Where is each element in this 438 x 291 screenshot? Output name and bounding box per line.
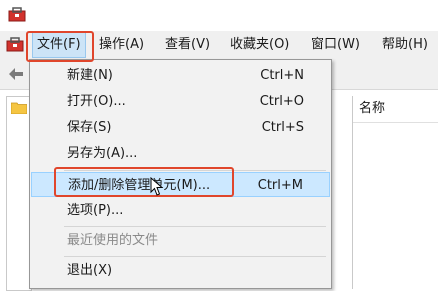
menu-item-label: 新建(N) <box>67 68 113 83</box>
menu-item-options[interactable]: 选项(P)... <box>31 198 330 223</box>
menu-item-exit[interactable]: 退出(X) <box>31 258 330 283</box>
menu-separator <box>64 256 326 257</box>
menu-item-shortcut: Ctrl+O <box>259 94 304 109</box>
menu-item-open[interactable]: 打开(O)... Ctrl+O <box>31 89 330 114</box>
menu-separator <box>64 170 326 171</box>
folder-icon <box>11 102 27 114</box>
menu-item-label: 添加/删除管理单元(M)... <box>68 178 211 193</box>
menu-item-shortcut: Ctrl+M <box>257 178 303 193</box>
menu-item-label: 另存为(A)... <box>67 146 138 161</box>
back-arrow-icon[interactable] <box>8 67 24 81</box>
menu-item-add-remove-snap-in[interactable]: 添加/删除管理单元(M)... Ctrl+M <box>31 172 330 197</box>
menu-item-save-as[interactable]: 另存为(A)... <box>31 141 330 166</box>
menu-item-recent-files: 最近使用的文件 <box>31 228 330 253</box>
menu-favorites[interactable]: 收藏夹(O) <box>230 31 289 59</box>
menu-window[interactable]: 窗口(W) <box>311 31 360 59</box>
toolbox-icon[interactable] <box>8 6 26 22</box>
menu-item-label: 打开(O)... <box>67 94 126 109</box>
title-bar <box>0 0 438 31</box>
toolbox-icon[interactable] <box>6 36 24 52</box>
menu-item-shortcut: Ctrl+N <box>260 68 304 83</box>
column-header-name[interactable]: 名称 <box>359 98 385 120</box>
menu-item-new[interactable]: 新建(N) Ctrl+N <box>31 63 330 88</box>
menu-view[interactable]: 查看(V) <box>165 31 210 59</box>
menu-item-label: 选项(P)... <box>67 203 124 218</box>
menu-item-label: 退出(X) <box>67 263 113 278</box>
menu-separator <box>64 226 326 227</box>
file-menu-dropdown: 新建(N) Ctrl+N 打开(O)... Ctrl+O 保存(S) Ctrl+… <box>29 59 332 289</box>
column-header-divider <box>353 122 438 123</box>
mouse-cursor-icon <box>150 177 164 196</box>
menu-action[interactable]: 操作(A) <box>99 31 144 59</box>
menu-help[interactable]: 帮助(H) <box>382 31 428 59</box>
menu-bar: 文件(F) 操作(A) 查看(V) 收藏夹(O) 窗口(W) 帮助(H) <box>0 31 438 59</box>
menu-item-label: 最近使用的文件 <box>67 233 159 248</box>
menu-item-shortcut: Ctrl+S <box>261 120 304 135</box>
menu-file[interactable]: 文件(F) <box>32 32 86 58</box>
results-pane[interactable]: 名称 <box>352 96 438 289</box>
menu-item-label: 保存(S) <box>67 120 112 135</box>
menu-item-save[interactable]: 保存(S) Ctrl+S <box>31 115 330 140</box>
